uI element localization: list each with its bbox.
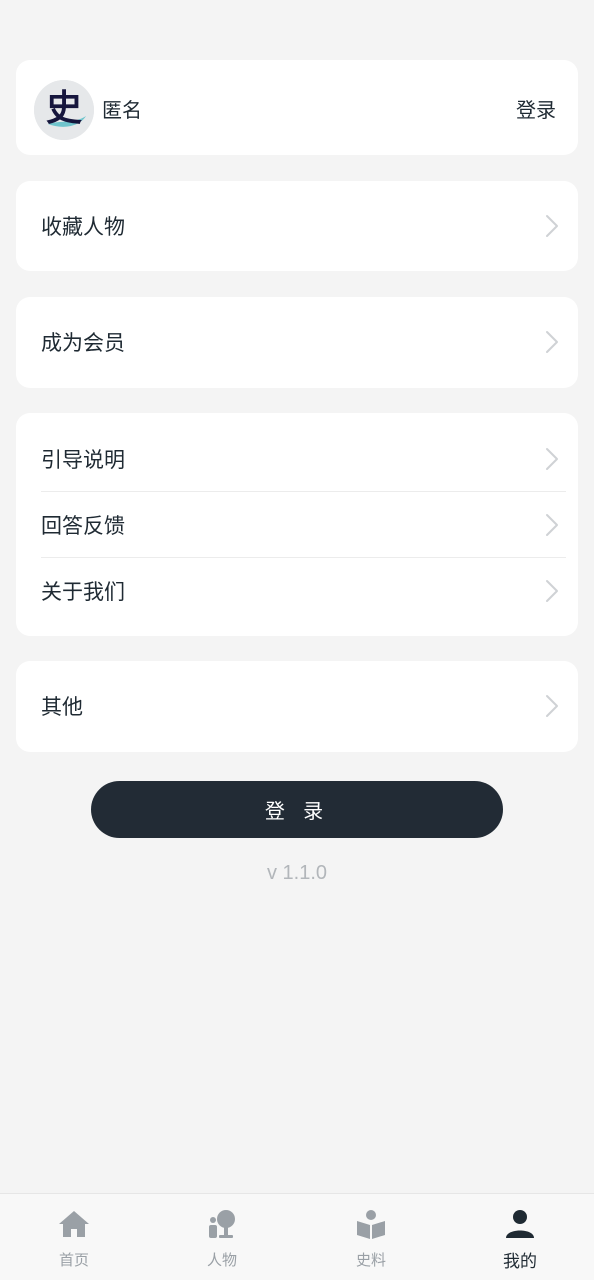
bottom-tab-bar: 首页 人物 史料 我的 <box>0 1193 594 1280</box>
info-card: 引导说明 回答反馈 关于我们 <box>16 413 578 636</box>
menu-item-label: 其他 <box>41 695 83 719</box>
tab-label: 我的 <box>503 1252 537 1272</box>
tab-sources[interactable]: 史料 <box>297 1194 445 1280</box>
chevron-right-icon <box>546 580 558 602</box>
tab-label: 人物 <box>206 1251 237 1269</box>
menu-item-label: 收藏人物 <box>41 215 125 239</box>
tab-label: 首页 <box>58 1251 89 1269</box>
menu-item-other[interactable]: 其他 <box>16 673 578 739</box>
version-text: v 1.1.0 <box>266 862 328 884</box>
chevron-right-icon <box>546 448 558 470</box>
membership-card: 成为会员 <box>16 297 578 388</box>
menu-item-label: 关于我们 <box>41 580 125 604</box>
menu-item-label: 成为会员 <box>41 331 125 355</box>
open-book-icon <box>357 1210 385 1239</box>
menu-item-guide[interactable]: 引导说明 <box>16 426 578 492</box>
chevron-right-icon <box>546 215 558 237</box>
chevron-right-icon <box>546 514 558 536</box>
username: 匿名 <box>102 98 142 122</box>
tab-figures[interactable]: 人物 <box>148 1194 296 1280</box>
home-icon <box>59 1211 89 1237</box>
tab-home[interactable]: 首页 <box>0 1194 148 1280</box>
chevron-right-icon <box>546 695 558 717</box>
profile-card[interactable]: 史 匿名 登录 <box>16 60 578 155</box>
history-logo-icon: 史 <box>34 80 94 140</box>
other-card: 其他 <box>16 661 578 752</box>
favorites-card: 收藏人物 <box>16 181 578 271</box>
tab-label: 史料 <box>355 1251 386 1269</box>
menu-item-about[interactable]: 关于我们 <box>16 558 578 624</box>
menu-item-label: 引导说明 <box>41 448 125 472</box>
chevron-right-icon <box>546 331 558 353</box>
avatar[interactable]: 史 <box>34 80 94 140</box>
user-icon <box>506 1210 534 1238</box>
tab-mine[interactable]: 我的 <box>446 1194 594 1280</box>
menu-item-label: 回答反馈 <box>41 514 125 538</box>
login-link[interactable]: 登录 <box>516 94 556 123</box>
menu-item-membership[interactable]: 成为会员 <box>16 309 578 375</box>
login-button[interactable]: 登 录 <box>91 781 503 838</box>
person-bust-icon <box>209 1210 235 1238</box>
menu-item-favorites[interactable]: 收藏人物 <box>16 193 578 259</box>
svg-text:史: 史 <box>46 87 82 129</box>
menu-item-feedback[interactable]: 回答反馈 <box>16 492 578 558</box>
